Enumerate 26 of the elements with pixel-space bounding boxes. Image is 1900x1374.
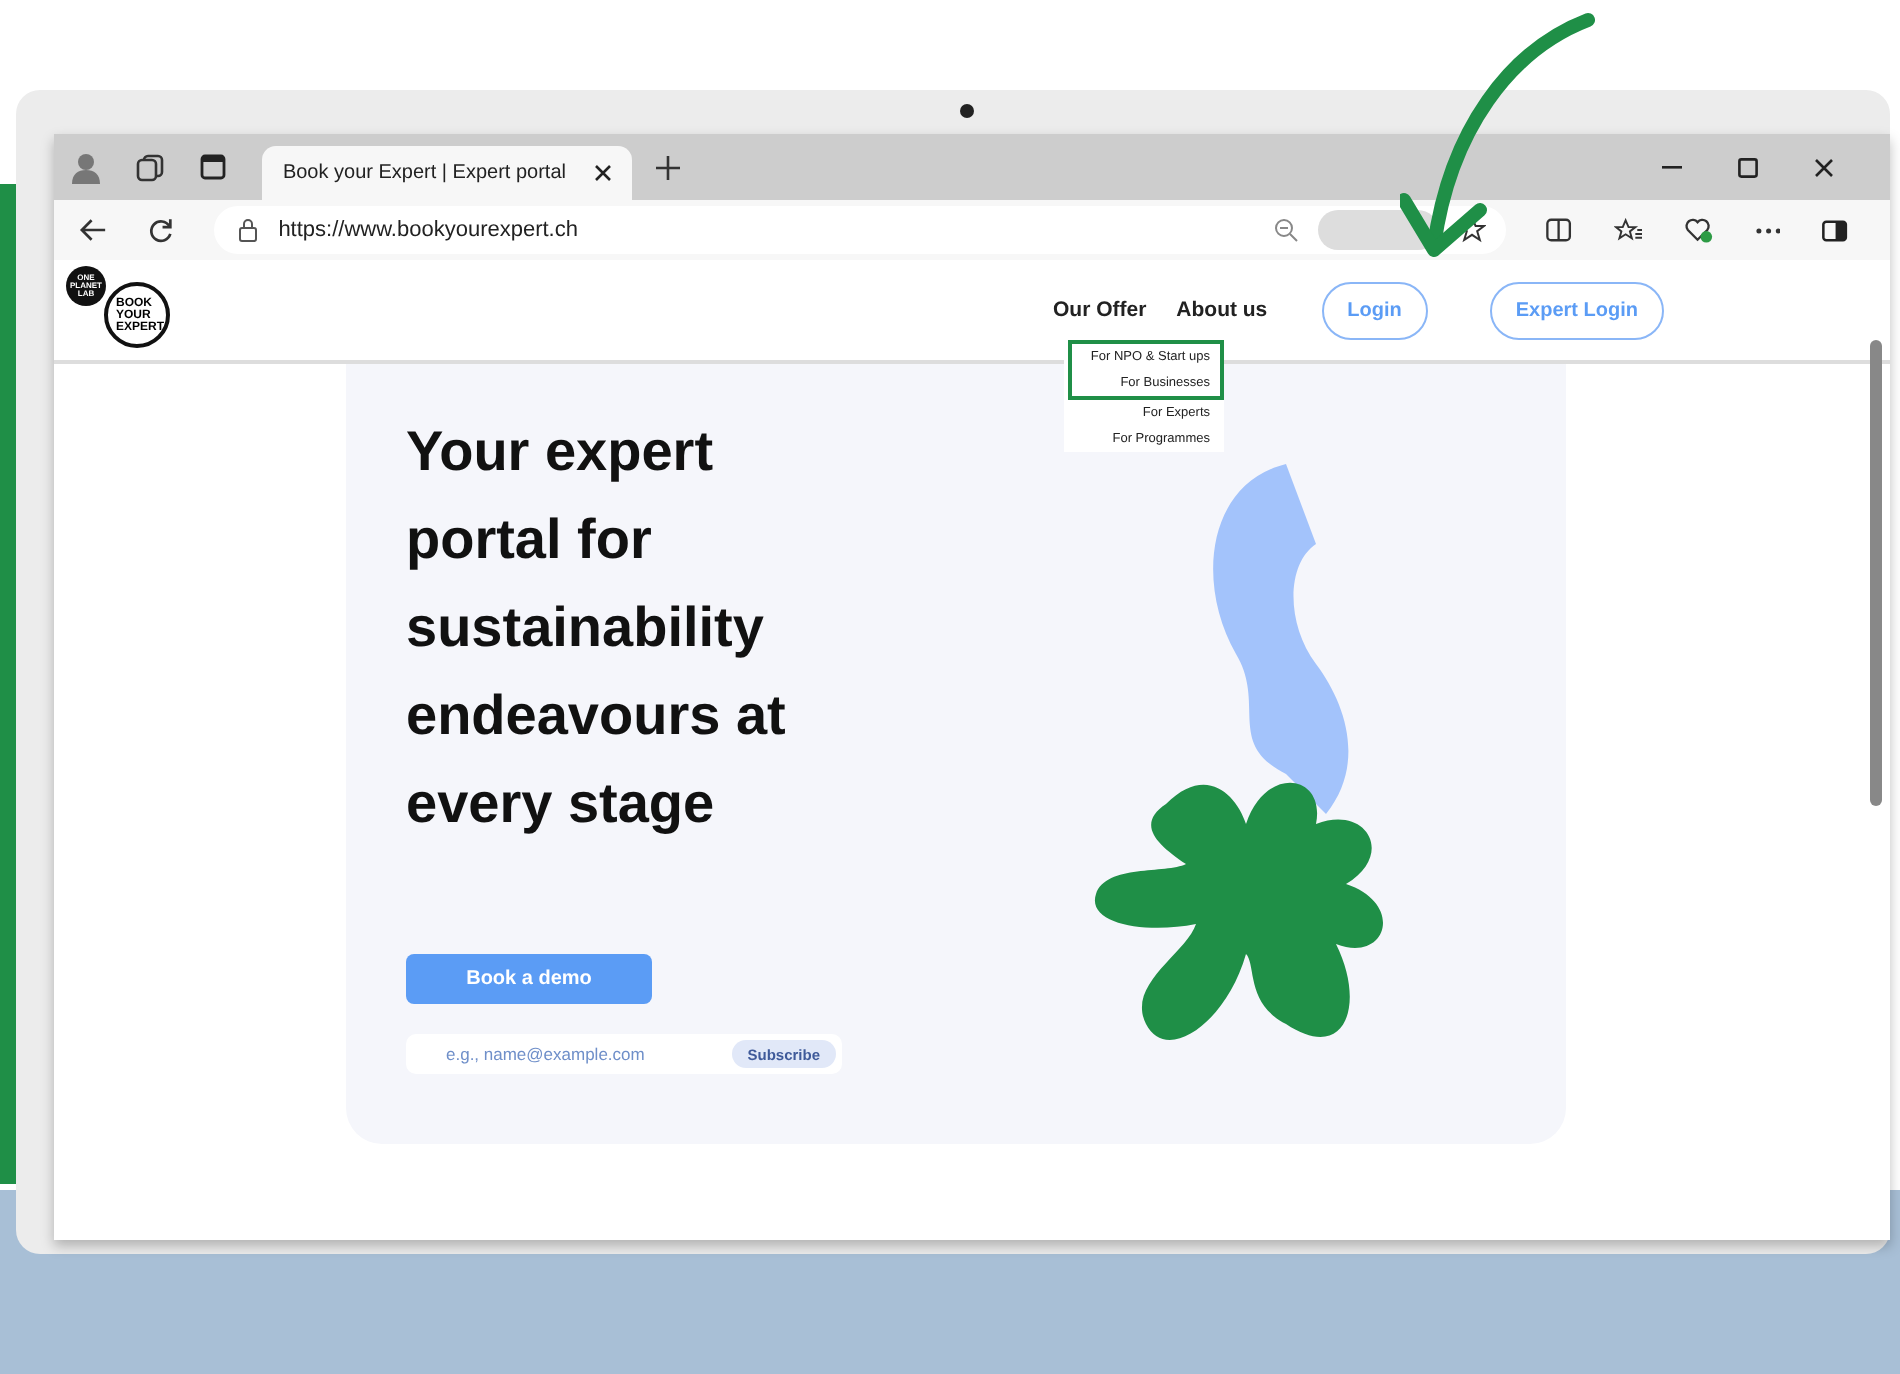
nav-link[interactable]: Our Offer: [1052, 298, 1147, 322]
address-bar[interactable]: https://www.bookyourexpert.ch: [214, 206, 1507, 254]
sidebar-icon[interactable]: [1822, 219, 1848, 241]
back-icon[interactable]: [78, 218, 106, 242]
tab-layout-icon[interactable]: [200, 154, 226, 180]
favorites-icon[interactable]: [1613, 217, 1643, 243]
hero-heading: Your expert portal for sustainability endeavours at every stage: [406, 418, 788, 838]
scrollbar[interactable]: [1870, 340, 1882, 806]
lock-icon: [238, 218, 259, 242]
collections-icon[interactable]: [136, 153, 164, 181]
nav-link[interactable]: About us: [1176, 298, 1268, 322]
url-text: https://www.bookyourexpert.ch: [278, 218, 578, 242]
more-icon[interactable]: [1755, 227, 1781, 233]
close-icon[interactable]: [594, 164, 612, 182]
browser-tab[interactable]: Book your Expert | Expert portal: [262, 146, 632, 200]
minimize-icon[interactable]: [1662, 165, 1682, 169]
new-tab-icon[interactable]: [656, 155, 680, 179]
heart-health-icon[interactable]: [1684, 216, 1714, 244]
tab-title: Book your Expert | Expert portal: [282, 162, 566, 184]
maximize-icon[interactable]: [1738, 157, 1758, 177]
zoom-out-icon[interactable]: [1274, 218, 1299, 242]
reload-icon[interactable]: [147, 217, 173, 243]
split-screen-icon[interactable]: [1546, 218, 1572, 242]
close-icon[interactable]: [1814, 157, 1834, 177]
camera-dot: [960, 104, 974, 118]
profile-icon[interactable]: [72, 151, 100, 183]
